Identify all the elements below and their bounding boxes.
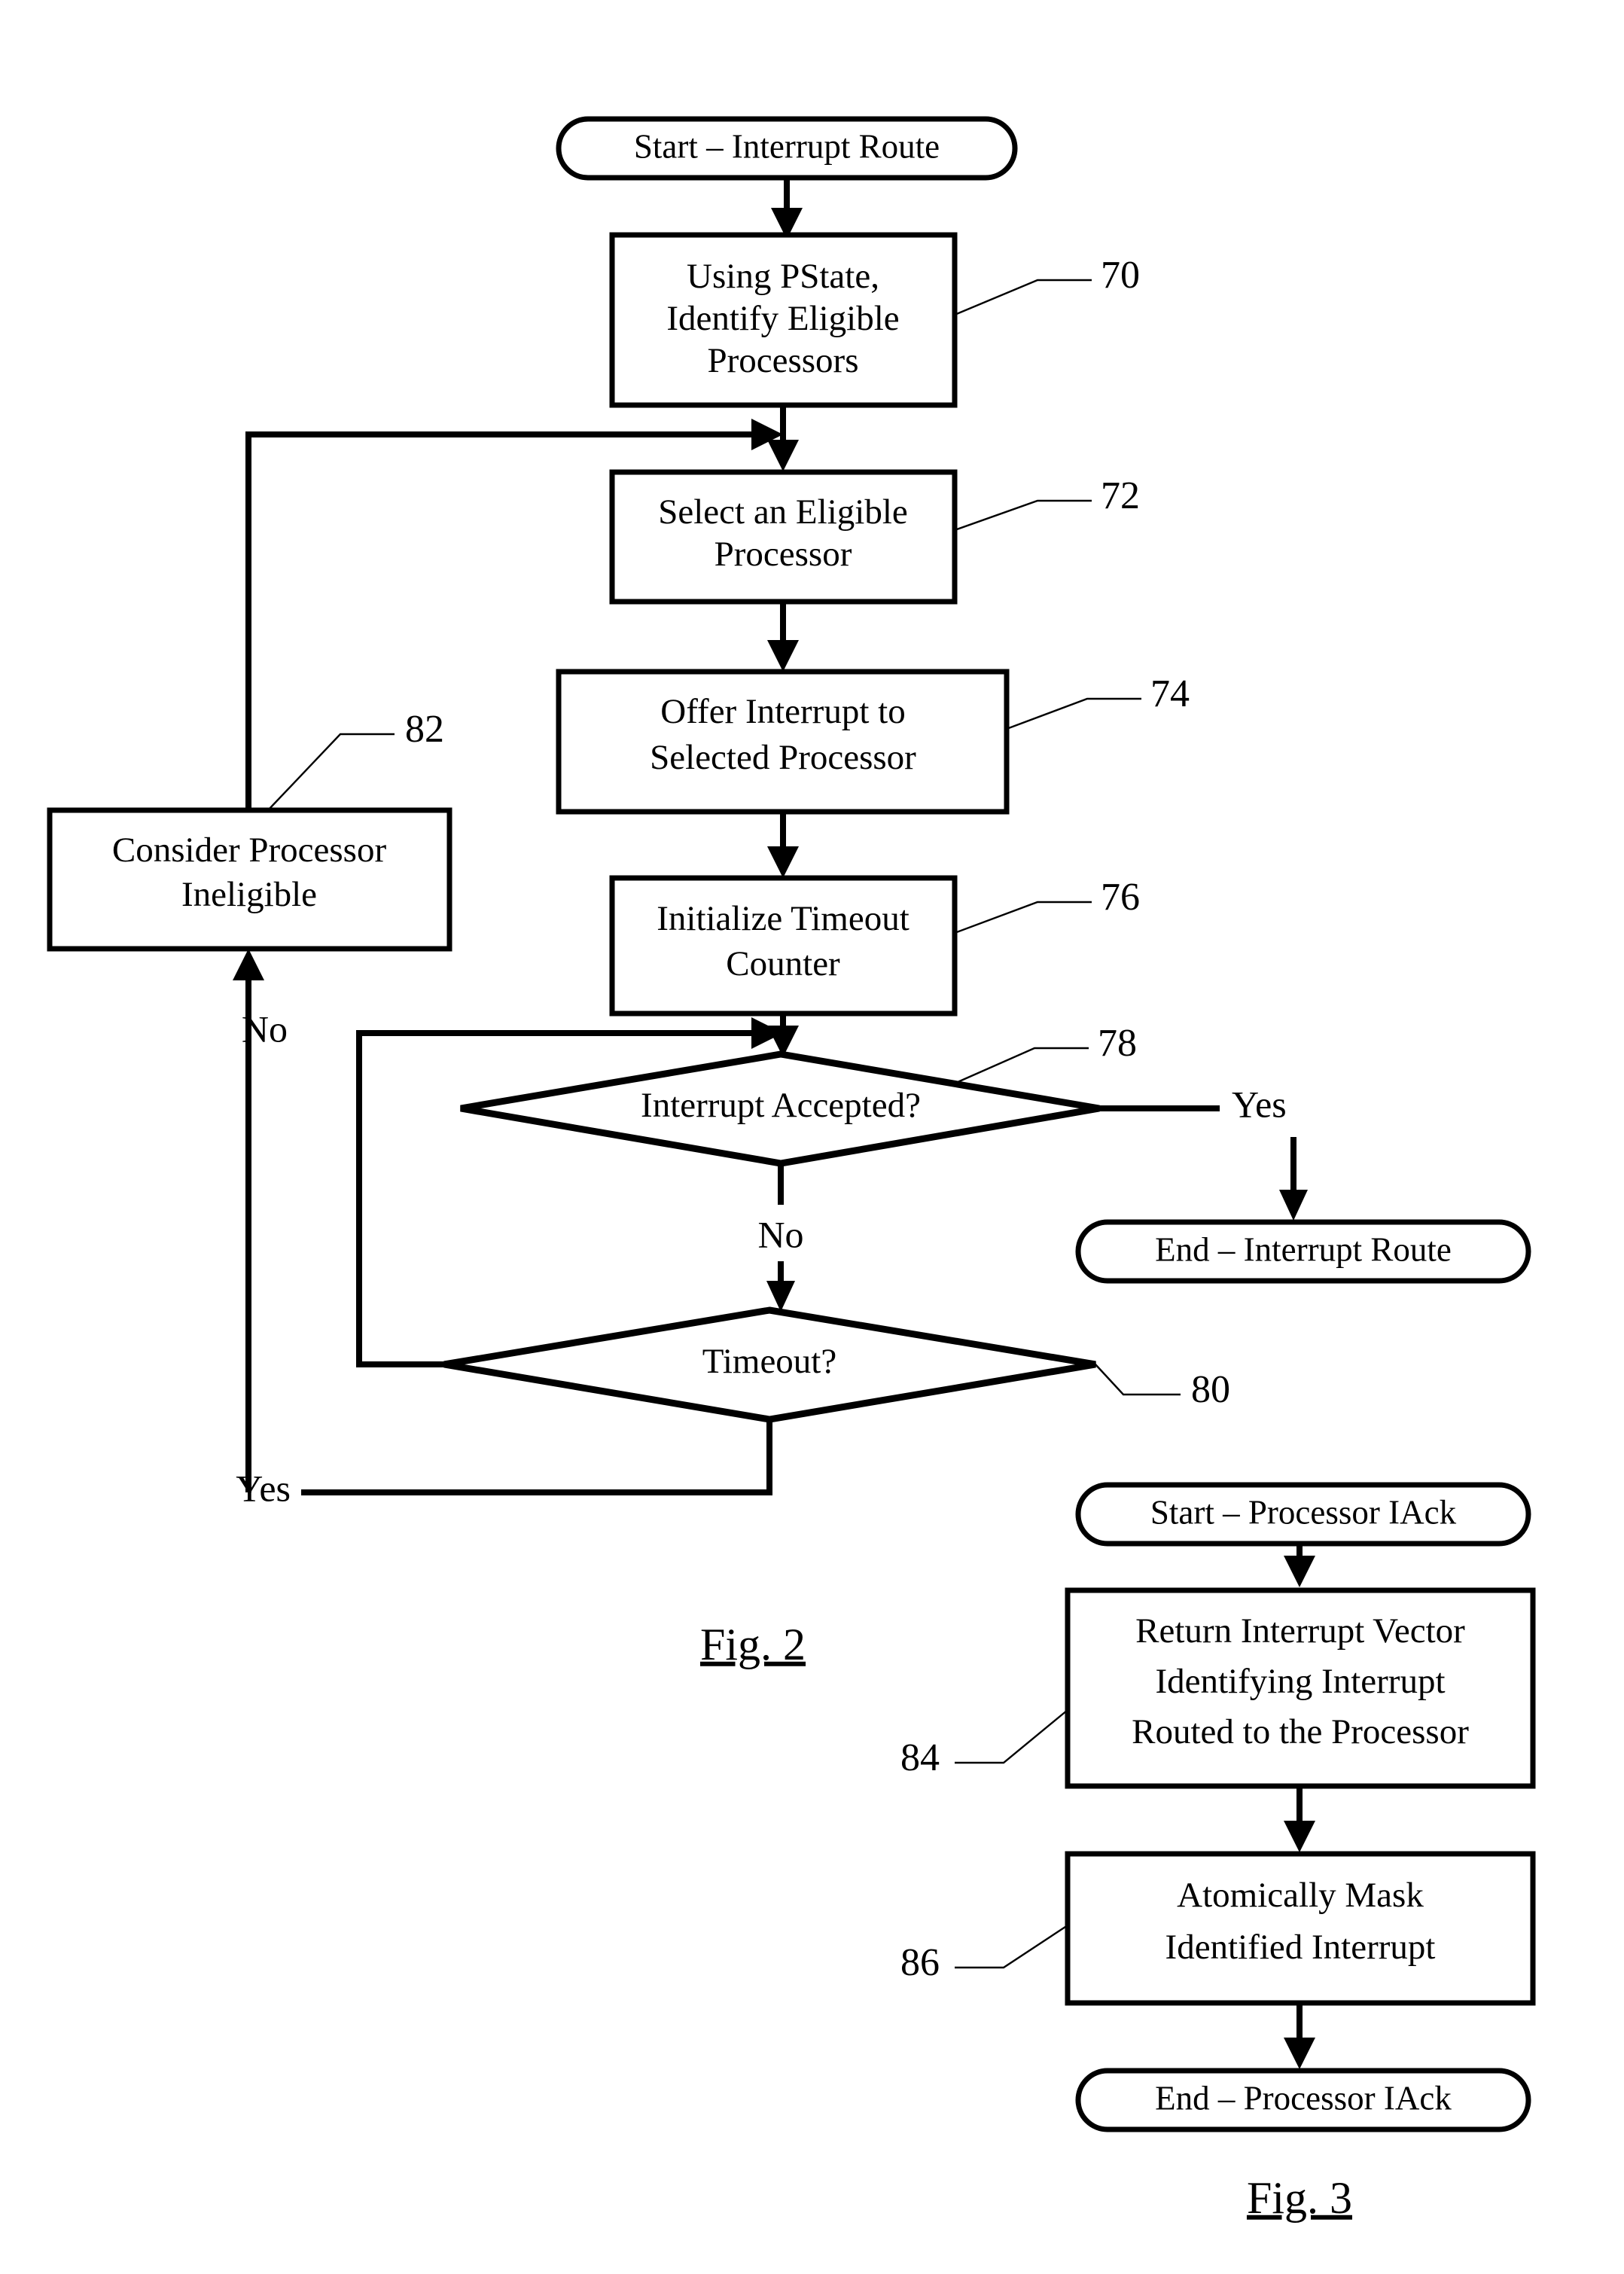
fig2-ref-leader-80: 80: [1095, 1364, 1230, 1411]
fig2-box-consider-processor-ineligible: Consider Processor Ineligible: [47, 807, 452, 952]
fig2-box-init-line-1: Initialize Timeout: [657, 899, 910, 938]
fig2-box-identify-line-1: Using PState,: [687, 257, 879, 296]
fig3-start-terminal: Start – Processor IAck: [1075, 1482, 1531, 1547]
fig3-arrow-mask-to-end: [1284, 2003, 1315, 2069]
fig3-caption: Fig. 3: [1247, 2173, 1352, 2223]
fig2-box-select-line-2: Processor: [714, 535, 852, 574]
fig2-loop-timeout-no-to-accepted: No: [242, 1007, 783, 1367]
fig3-box-return-interrupt-vector: Return Interrupt Vector Identifying Inte…: [1065, 1587, 1536, 1789]
fig3-ref-label-86: 86: [900, 1941, 940, 1984]
fig2-branch-label-no-down: No: [757, 1213, 803, 1255]
fig2-end-terminal: End – Interrupt Route: [1075, 1219, 1531, 1284]
fig2-ref-leader-74: 74: [1006, 672, 1190, 730]
fig2-box-identify-eligible-processors: Using PState, Identify Eligible Processo…: [609, 232, 958, 408]
fig2-start-terminal-label: Start – Interrupt Route: [634, 127, 940, 165]
fig2-box-ineligible-line-2: Ineligible: [181, 875, 317, 914]
fig2-branch-accepted-yes: Yes: [1099, 1083, 1308, 1221]
fig2-ref-leader-76: 76: [954, 876, 1140, 934]
fig3-box-mask-line-1: Atomically Mask: [1177, 1876, 1424, 1915]
fig2-ref-leader-72: 72: [954, 474, 1140, 532]
fig2-diamond-timeout-label: Timeout?: [702, 1342, 836, 1381]
fig3-start-terminal-label: Start – Processor IAck: [1150, 1493, 1457, 1531]
fig2-ref-leader-78: 78: [957, 1022, 1137, 1084]
fig2-branch-label-timeout-yes: Yes: [236, 1467, 291, 1509]
fig2-ref-label-76: 76: [1101, 876, 1140, 919]
fig2-box-init-line-2: Counter: [726, 944, 840, 983]
fig2-diamond-timeout: Timeout?: [443, 1306, 1096, 1423]
fig3-box-mask-line-2: Identified Interrupt: [1165, 1928, 1436, 1967]
fig3-arrow-start-to-return-vector: [1284, 1544, 1315, 1587]
fig2-diamond-interrupt-accepted: Interrupt Accepted?: [460, 1050, 1100, 1167]
patent-figure-sheet: Start – Interrupt Route Using PState, Id…: [0, 0, 1624, 2274]
fig3-ref-leader-84: 84: [900, 1709, 1068, 1779]
fig2-box-identify-line-3: Processors: [707, 341, 858, 380]
fig2-ref-label-78: 78: [1098, 1022, 1137, 1065]
fig3-box-return-line-2: Identifying Interrupt: [1155, 1662, 1445, 1701]
fig2-arrow-start-to-identify: [771, 178, 803, 239]
fig3-box-atomically-mask-interrupt: Atomically Mask Identified Interrupt: [1065, 1851, 1536, 2006]
fig2-ref-label-74: 74: [1150, 672, 1190, 715]
fig2-end-terminal-label: End – Interrupt Route: [1155, 1230, 1452, 1268]
fig2-caption: Fig. 2: [700, 1620, 806, 1669]
fig2-branch-label-yes: Yes: [1232, 1083, 1287, 1125]
fig3-box-return-line-3: Routed to the Processor: [1132, 1712, 1469, 1751]
fig2-ref-label-72: 72: [1101, 474, 1140, 517]
fig3-arrow-return-vector-to-mask: [1284, 1786, 1315, 1852]
fig3-end-terminal: End – Processor IAck: [1075, 2068, 1531, 2132]
fig2-ref-label-80: 80: [1191, 1368, 1230, 1411]
fig3-box-return-line-1: Return Interrupt Vector: [1135, 1611, 1465, 1651]
fig2-branch-accepted-no-down: No: [757, 1163, 804, 1312]
fig2-arrow-select-to-offer: [767, 602, 799, 672]
fig2-box-select-eligible-processor: Select an Eligible Processor: [609, 469, 958, 605]
fig2-box-identify-line-2: Identify Eligible: [666, 299, 899, 338]
fig2-box-offer-line-1: Offer Interrupt to: [660, 692, 905, 731]
fig2-diamond-accepted-label: Interrupt Accepted?: [641, 1086, 921, 1125]
fig3-ref-leader-86: 86: [900, 1924, 1068, 1984]
fig2-box-offer-interrupt: Offer Interrupt to Selected Processor: [556, 669, 1010, 815]
fig3-end-terminal-label: End – Processor IAck: [1155, 2079, 1452, 2117]
fig2-ref-label-70: 70: [1101, 254, 1140, 297]
flowchart-canvas: Start – Interrupt Route Using PState, Id…: [47, 116, 1536, 2223]
fig2-arrow-offer-to-init: [767, 812, 799, 878]
fig2-ref-label-82: 82: [405, 708, 444, 751]
fig2-box-ineligible-line-1: Consider Processor: [112, 831, 387, 870]
fig2-start-terminal: Start – Interrupt Route: [556, 116, 1018, 181]
fig2-box-select-line-1: Select an Eligible: [658, 492, 908, 532]
fig2-box-initialize-timeout-counter: Initialize Timeout Counter: [609, 875, 958, 1017]
fig2-box-offer-line-2: Selected Processor: [650, 738, 916, 777]
fig3-ref-label-84: 84: [900, 1736, 940, 1779]
fig2-ref-leader-82: 82: [267, 708, 444, 811]
fig2-ref-leader-70: 70: [954, 254, 1140, 316]
